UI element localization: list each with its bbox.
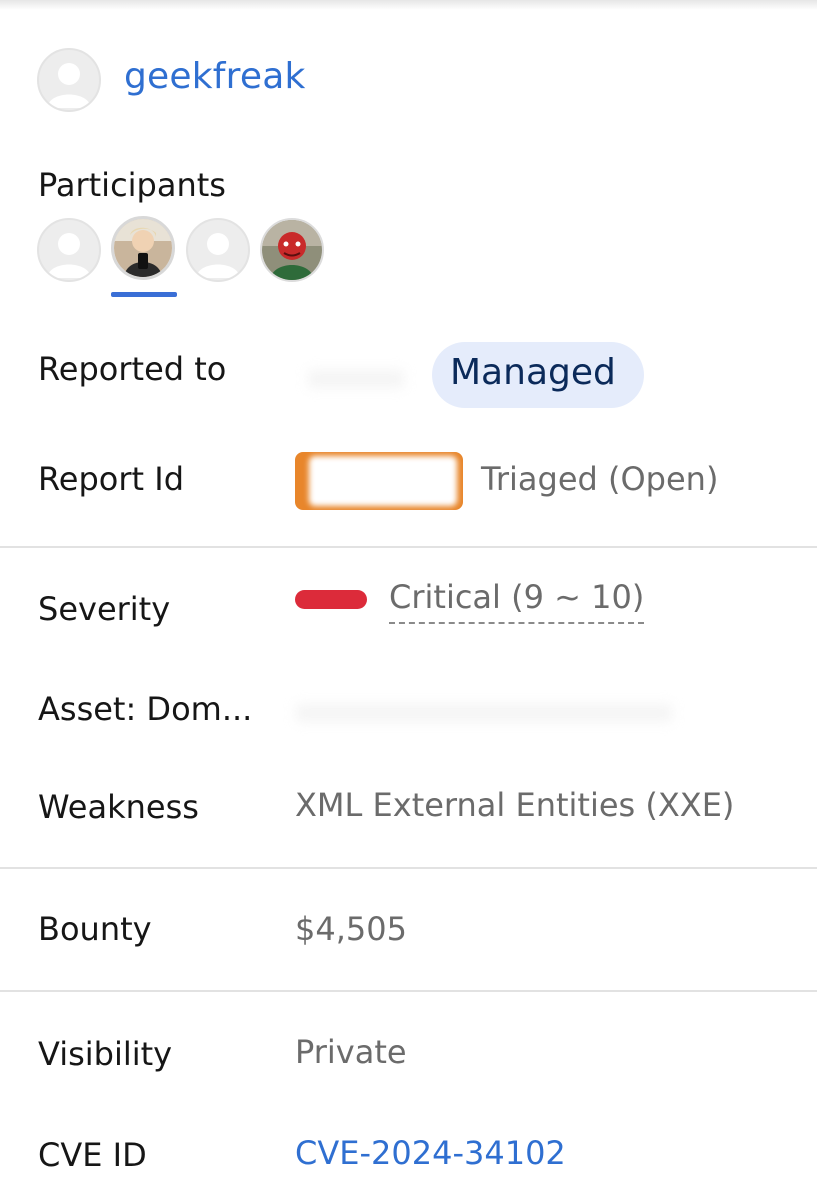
visibility-label: Visibility bbox=[38, 1035, 173, 1073]
redacted-report-id[interactable] bbox=[295, 452, 463, 510]
reported-to-label: Reported to bbox=[38, 350, 227, 388]
visibility-value: Private bbox=[295, 1033, 407, 1071]
participants-label: Participants bbox=[38, 166, 226, 204]
asset-label: Asset: Dom... bbox=[38, 690, 253, 728]
severity-label: Severity bbox=[38, 590, 171, 628]
reporter-avatar-icon[interactable] bbox=[37, 48, 101, 112]
top-divider-shadow bbox=[0, 0, 817, 10]
bounty-label: Bounty bbox=[38, 910, 152, 948]
managed-badge-text: Managed bbox=[450, 352, 616, 393]
severity-indicator bbox=[295, 590, 367, 609]
participant-default-avatar-icon[interactable] bbox=[37, 218, 101, 282]
weakness-label: Weakness bbox=[38, 788, 199, 826]
participant-photo-avatar[interactable] bbox=[111, 216, 175, 280]
reporter-username-link[interactable]: geekfreak bbox=[124, 56, 306, 97]
participant-character-avatar[interactable] bbox=[260, 218, 324, 282]
redacted-asset-value bbox=[296, 704, 672, 722]
cve-id-link[interactable]: CVE-2024-34102 bbox=[295, 1134, 566, 1172]
severity-value[interactable]: Critical (9 ~ 10) bbox=[389, 578, 645, 624]
report-id-label: Report Id bbox=[38, 460, 184, 498]
bounty-value: $4,505 bbox=[295, 910, 407, 948]
divider bbox=[0, 546, 817, 548]
report-status: Triaged (Open) bbox=[481, 460, 719, 498]
divider bbox=[0, 867, 817, 869]
redacted-program-name bbox=[308, 370, 404, 388]
weakness-value: XML External Entities (XXE) bbox=[295, 786, 735, 824]
cve-id-label: CVE ID bbox=[38, 1136, 147, 1174]
participant-default-avatar-icon[interactable] bbox=[186, 218, 250, 282]
divider bbox=[0, 990, 817, 992]
selected-participant-indicator bbox=[111, 292, 177, 297]
